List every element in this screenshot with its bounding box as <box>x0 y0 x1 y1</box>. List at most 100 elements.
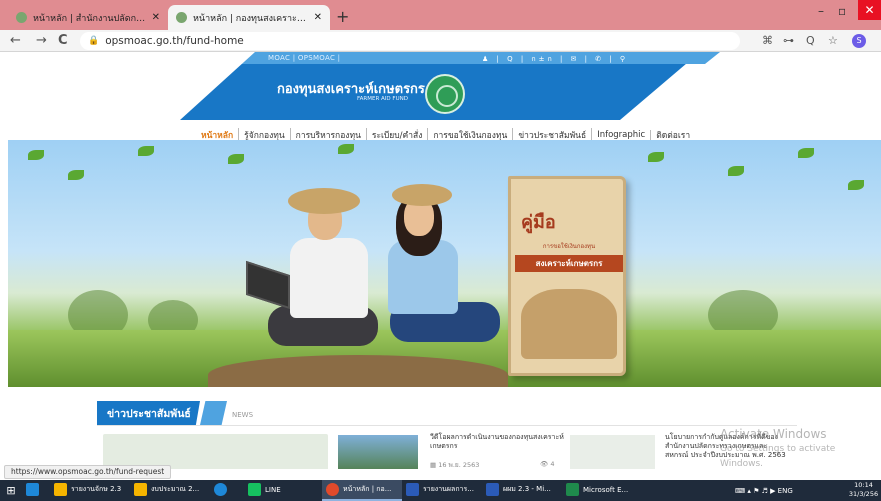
taskbar-item-label: Microsoft E... <box>583 485 629 494</box>
news-card-image[interactable] <box>570 435 655 469</box>
news-card-date: ▦ 16 พ.ย. 2563 <box>430 461 480 469</box>
taskbar-item-word-1[interactable]: รายงานผลการ... <box>402 480 482 501</box>
folder-icon <box>54 483 67 496</box>
handbook-subtitle-2: สงเคราะห์เกษตรกร <box>515 255 623 272</box>
site-subtitle: FARMER AID FUND <box>357 96 408 102</box>
utility-icons[interactable]: ♟ | Q | ก±ก | ✉ | ✆ | ⚲ <box>482 54 628 65</box>
close-tab-icon[interactable]: ✕ <box>152 12 160 23</box>
forward-button[interactable]: → <box>36 33 47 48</box>
activate-title: Activate Windows <box>720 427 827 441</box>
news-heading-label: ข่าวประชาสัมพันธ์ <box>107 407 191 420</box>
clock-date: 31/3/256 <box>848 490 879 498</box>
close-window-button[interactable]: ✕ <box>858 0 881 20</box>
site-favicon-icon <box>176 12 187 23</box>
main-nav: หน้าหลัก รู้จักกองทุน การบริหารกองทุน ระ… <box>196 128 695 140</box>
profile-avatar[interactable]: S <box>852 34 866 48</box>
start-button[interactable]: ⊞ <box>0 480 22 501</box>
taskbar-item-word-2[interactable]: ผผม 2.3 - Mi... <box>482 480 562 501</box>
bookmark-star-icon[interactable]: ☆ <box>828 34 838 47</box>
taskbar-item-label: LINE <box>265 485 281 494</box>
news-heading-accent <box>200 401 227 425</box>
nav-item-news[interactable]: ข่าวประชาสัมพันธ์ <box>513 128 593 140</box>
edge-icon <box>214 483 227 496</box>
browser-tab-strip: หน้าหลัก | สำนักงานปลัดกระทรวงเกษ ✕ หน้า… <box>0 0 881 30</box>
leaf-decoration <box>138 146 154 156</box>
leaf-decoration <box>28 150 44 160</box>
qr-code-icon[interactable]: ⌘ <box>762 34 773 47</box>
word-icon <box>406 483 419 496</box>
taskbar-item-label: หน้าหลัก | กอ... <box>343 485 392 493</box>
nav-item-home[interactable]: หน้าหลัก <box>196 128 240 140</box>
system-tray[interactable]: ⌨ ▴ ⚑ ♬ ▶ ENG <box>735 480 793 501</box>
address-bar[interactable]: 🔒 opsmoac.go.th/fund-home <box>80 32 740 50</box>
clock-time: 10:14 <box>854 481 873 489</box>
news-card-image[interactable] <box>338 435 418 469</box>
password-key-icon[interactable]: ⊶ <box>783 34 794 47</box>
nav-item-regulations[interactable]: ระเบียบ/คำสั่ง <box>367 128 429 140</box>
new-tab-button[interactable]: + <box>336 7 349 26</box>
leaf-decoration <box>848 180 864 190</box>
leaf-decoration <box>798 148 814 158</box>
taskbar-item-label: ผผม 2.3 - Mi... <box>503 485 551 493</box>
leaf-decoration <box>728 166 744 176</box>
status-bar-url: https://www.opsmoac.go.th/fund-request <box>4 465 172 479</box>
leaf-decoration <box>338 144 354 154</box>
handbook-artwork <box>521 289 617 359</box>
nav-item-infographic[interactable]: Infographic <box>592 130 652 140</box>
utility-links[interactable]: MOAC | OPSMOAC | <box>268 54 340 62</box>
activate-subtitle: Go to Settings to activate Windows. <box>720 444 836 469</box>
line-app-icon <box>248 483 261 496</box>
taskbar-item-label: รายงานผลการ... <box>423 485 474 493</box>
soil-mound <box>208 355 508 387</box>
taskbar-item-edge[interactable] <box>210 480 244 501</box>
site-header: MOAC | OPSMOAC | ♟ | Q | ก±ก | ✉ | ✆ | ⚲… <box>0 52 881 140</box>
url-text: opsmoac.go.th/fund-home <box>105 35 244 47</box>
handbook-cover[interactable]: คู่มือ การขอใช้เงินกองทุน สงเคราะห์เกษตร… <box>508 176 626 376</box>
browser-tab-1[interactable]: หน้าหลัก | สำนักงานปลัดกระทรวงเกษ ✕ <box>8 5 168 30</box>
chrome-icon <box>326 483 339 496</box>
news-heading-en: NEWS <box>232 411 254 419</box>
word-icon <box>486 483 499 496</box>
nav-item-about[interactable]: รู้จักกองทุน <box>239 128 291 140</box>
tab-title: หน้าหลัก | กองทุนสงเคราะห์เกษตรกร : <box>193 13 310 24</box>
back-button[interactable]: ← <box>10 33 21 48</box>
folder-icon <box>134 483 147 496</box>
leaf-decoration <box>68 170 84 180</box>
nav-item-contact[interactable]: ติดต่อเรา <box>651 128 695 140</box>
lock-icon: 🔒 <box>88 36 100 46</box>
close-tab-icon[interactable]: ✕ <box>314 12 322 23</box>
fund-logo-icon[interactable] <box>425 74 465 114</box>
taskbar-item-label: งบประมาณ 2... <box>151 485 200 493</box>
taskbar-item-folder-2[interactable]: งบประมาณ 2... <box>130 480 210 501</box>
taskbar-item-label: รายงานจักษ 2.3 <box>71 485 122 493</box>
leaf-decoration <box>228 154 244 164</box>
farmer-man-illustration <box>268 188 378 353</box>
minimize-window-button[interactable]: – <box>818 4 824 18</box>
tab-title: หน้าหลัก | สำนักงานปลัดกระทรวงเกษ <box>33 13 148 24</box>
taskbar-item-folder-1[interactable]: รายงานจักษ 2.3 <box>50 480 130 501</box>
farmer-woman-illustration <box>378 184 500 349</box>
news-card-title[interactable]: วีดีโอผลการดำเนินงานของกองทุนสงเคราะห์เก… <box>430 433 570 451</box>
internet-explorer-icon <box>26 483 39 496</box>
taskbar-item-ie[interactable] <box>22 480 50 501</box>
excel-icon <box>566 483 579 496</box>
taskbar-clock[interactable]: 10:14 31/3/256 <box>846 481 881 499</box>
taskbar-item-chrome[interactable]: หน้าหลัก | กอ... <box>322 480 402 501</box>
browser-toolbar: ← → C 🔒 opsmoac.go.th/fund-home ⌘ ⊶ Q ☆ … <box>0 30 881 52</box>
site-favicon-icon <box>16 12 27 23</box>
zoom-icon[interactable]: Q <box>806 34 815 47</box>
maximize-window-button[interactable]: ▫ <box>838 4 846 18</box>
taskbar-item-excel[interactable]: Microsoft E... <box>562 480 642 501</box>
nav-item-management[interactable]: การบริหารกองทุน <box>291 128 367 140</box>
leaf-decoration <box>648 152 664 162</box>
taskbar-item-line[interactable]: LINE <box>244 480 322 501</box>
news-card-image[interactable] <box>103 434 328 469</box>
nav-item-fund-request[interactable]: การขอใช้เงินกองทุน <box>428 128 514 140</box>
browser-tab-2[interactable]: หน้าหลัก | กองทุนสงเคราะห์เกษตรกร : ✕ <box>168 5 330 30</box>
activate-windows-watermark: Activate Windows Go to Settings to activ… <box>720 427 881 472</box>
reload-button[interactable]: C <box>58 33 68 48</box>
divider <box>97 425 797 426</box>
news-heading[interactable]: ข่าวประชาสัมพันธ์ <box>97 401 200 425</box>
hero-banner[interactable]: คู่มือ การขอใช้เงินกองทุน สงเคราะห์เกษตร… <box>8 140 881 387</box>
handbook-subtitle: การขอใช้เงินกองทุน <box>542 243 596 250</box>
